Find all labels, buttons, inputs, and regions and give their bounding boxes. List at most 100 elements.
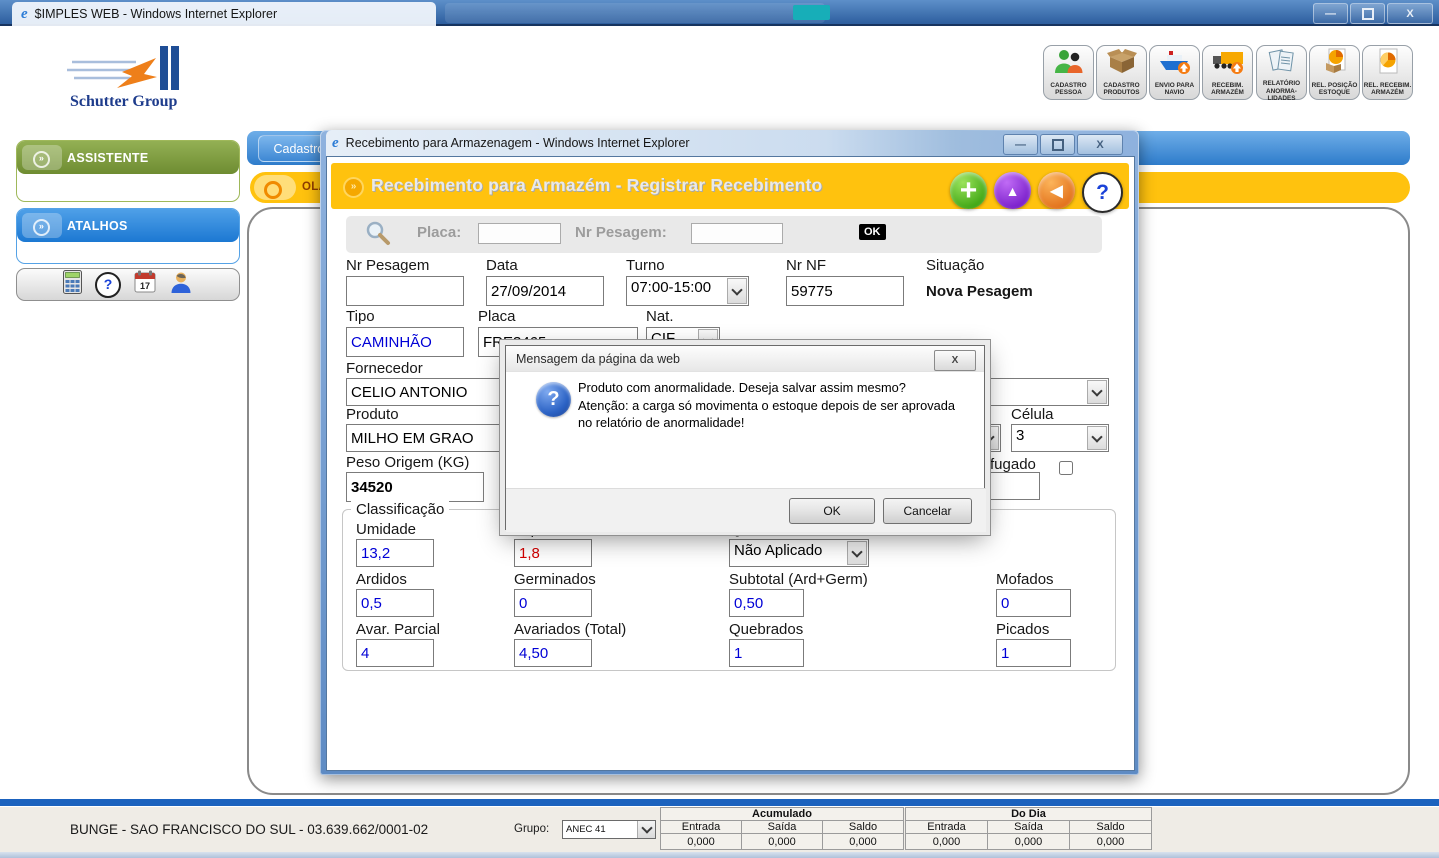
sidebar-item-assistente[interactable]: » ASSISTENTE [17, 141, 239, 174]
refugado-checkbox[interactable] [1059, 461, 1073, 475]
situacao-value: Nova Pesagem [926, 283, 1033, 300]
popup-window-controls: — X [1003, 134, 1123, 155]
search-pesagem-label: Nr Pesagem: [575, 224, 667, 241]
ship-icon [1158, 48, 1192, 80]
mofados-input[interactable] [996, 589, 1071, 617]
quick-test-select[interactable]: Não Aplicado [729, 539, 869, 567]
col-header: Saída [988, 821, 1070, 834]
col-header: Saída [742, 821, 823, 834]
cell-value: 0,000 [1070, 834, 1152, 850]
cell-value: 0,000 [823, 834, 904, 850]
quebrados-input[interactable] [729, 639, 804, 667]
up-button[interactable]: ▲ [994, 172, 1031, 209]
company-identifier: BUNGE - SAO FRANCISCO DO SUL - 03.639.66… [70, 822, 428, 837]
main-window-titlebar[interactable]: e $IMPLES WEB - Windows Internet Explore… [0, 0, 1439, 26]
background-tab [445, 3, 825, 23]
truck-icon [1211, 48, 1245, 80]
ok-button[interactable]: OK [789, 498, 875, 524]
search-placa-input[interactable] [478, 223, 561, 244]
col-header: Entrada [906, 821, 988, 834]
toolbar-label: RELATÓRIO ANORMA- LIDADES [1263, 80, 1300, 103]
table-title: Do Dia [906, 808, 1152, 821]
turno-select[interactable]: 07:00-15:00 [626, 276, 749, 306]
toolbar-button-relatorio-anormalidades[interactable]: RELATÓRIO ANORMA- LIDADES [1256, 45, 1307, 100]
picados-input[interactable] [996, 639, 1071, 667]
avariados-label: Avariados (Total) [514, 621, 626, 638]
back-button[interactable]: ◀ [1038, 172, 1075, 209]
minimize-button[interactable]: — [1313, 3, 1348, 24]
screen: e $IMPLES WEB - Windows Internet Explore… [0, 0, 1439, 858]
toolbar-button-recebim-armazem[interactable]: RECEBIM. ARMAZÉM [1202, 45, 1253, 100]
maximize-button[interactable] [1350, 3, 1385, 24]
avar-parcial-label: Avar. Parcial [356, 621, 440, 638]
chevron-down-icon [1087, 380, 1107, 404]
help-icon[interactable]: ? [95, 272, 121, 298]
do-dia-table: Do Dia Entrada Saída Saldo 0,000 0,000 0… [905, 807, 1152, 850]
germinados-input[interactable] [514, 589, 592, 617]
avar-parcial-input[interactable] [356, 639, 434, 667]
search-ok-button[interactable]: OK [859, 224, 886, 240]
chevron-down-icon [727, 278, 747, 304]
avariados-input[interactable] [514, 639, 592, 667]
alert-dialog-titlebar[interactable]: Mensagem da página da web [506, 346, 984, 372]
subtotal-input[interactable] [729, 589, 804, 617]
search-pesagem-input[interactable] [691, 223, 783, 244]
bullet-icon [264, 181, 282, 199]
add-button[interactable]: + [950, 172, 987, 209]
assistente-panel: » ASSISTENTE [16, 140, 240, 202]
calculator-icon[interactable] [63, 270, 82, 299]
impureza-input[interactable] [514, 539, 592, 567]
maximize-button[interactable] [1040, 134, 1075, 155]
peso-origem-label: Peso Origem (KG) [346, 454, 469, 471]
mofados-label: Mofados [996, 571, 1054, 588]
svg-text:17: 17 [140, 281, 150, 291]
refugado-aux-input[interactable] [982, 472, 1040, 500]
toolbar-button-cadastro-pessoa[interactable]: CADASTRO PESSOA [1043, 45, 1094, 100]
chevron-right-icon: » [33, 151, 50, 168]
popup-titlebar[interactable]: e Recebimento para Armazenagem - Windows… [326, 130, 1133, 156]
grupo-label: Grupo: [514, 823, 549, 835]
close-button[interactable]: X [1387, 3, 1433, 24]
nat-label: Nat. [646, 308, 674, 325]
cell-value: 0,000 [988, 834, 1070, 850]
close-button[interactable]: X [1077, 134, 1123, 155]
nr-pesagem-input[interactable] [346, 276, 464, 306]
chevron-right-icon: » [33, 219, 50, 236]
toolbar-button-envio-para-navio[interactable]: ENVIO PARA NAVIO [1149, 45, 1200, 100]
celula-select[interactable]: 3 [1011, 424, 1109, 452]
toolbar-button-rel-recebim-armazem[interactable]: REL. RECEBIM. ARMAZÉM [1362, 45, 1413, 100]
nr-nf-input[interactable] [786, 276, 904, 306]
cell-value: 0,000 [661, 834, 742, 850]
nr-nf-label: Nr NF [786, 257, 826, 274]
tipo-input[interactable] [346, 327, 464, 357]
umidade-input[interactable] [356, 539, 434, 567]
question-icon: ? [536, 382, 571, 417]
grupo-select[interactable]: ANEC 41 [562, 820, 656, 839]
toolbar-label: ENVIO PARA NAVIO [1155, 82, 1194, 97]
placa-label: Placa [478, 308, 516, 325]
help-button[interactable]: ? [1082, 172, 1123, 213]
toolbar-label: REL. RECEBIM. ARMAZÉM [1364, 82, 1412, 97]
ardidos-input[interactable] [356, 589, 434, 617]
person-icon[interactable] [169, 270, 193, 299]
toolbar-button-rel-posicao-estoque[interactable]: REL. POSIÇÃO ESTOQUE [1309, 45, 1360, 100]
page-header: » Recebimento para Armazém - Registrar R… [331, 163, 1129, 209]
produto-label: Produto [346, 406, 399, 423]
toolbar-button-cadastro-produtos[interactable]: CADASTRO PRODUTOS [1096, 45, 1147, 100]
close-icon[interactable]: X [934, 350, 976, 371]
cell-value: 0,000 [906, 834, 988, 850]
minimize-button[interactable]: — [1003, 134, 1038, 155]
cadastro-pessoa-icon [1052, 48, 1086, 80]
peso-origem-input[interactable] [346, 472, 484, 502]
chevron-down-icon [637, 821, 655, 838]
sidebar-item-atalhos[interactable]: » ATALHOS [17, 209, 239, 242]
toolbar-label: CADASTRO PRODUTOS [1103, 82, 1139, 97]
data-input[interactable] [486, 276, 604, 306]
nr-pesagem-label: Nr Pesagem [346, 257, 429, 274]
grupo-value: ANEC 41 [563, 821, 637, 838]
calendar-icon[interactable]: 17 [134, 270, 156, 299]
documents-icon [1265, 48, 1299, 80]
toolbar-label: REL. POSIÇÃO ESTOQUE [1312, 82, 1358, 97]
assistente-label: ASSISTENTE [67, 151, 149, 165]
cancel-button[interactable]: Cancelar [883, 498, 972, 524]
